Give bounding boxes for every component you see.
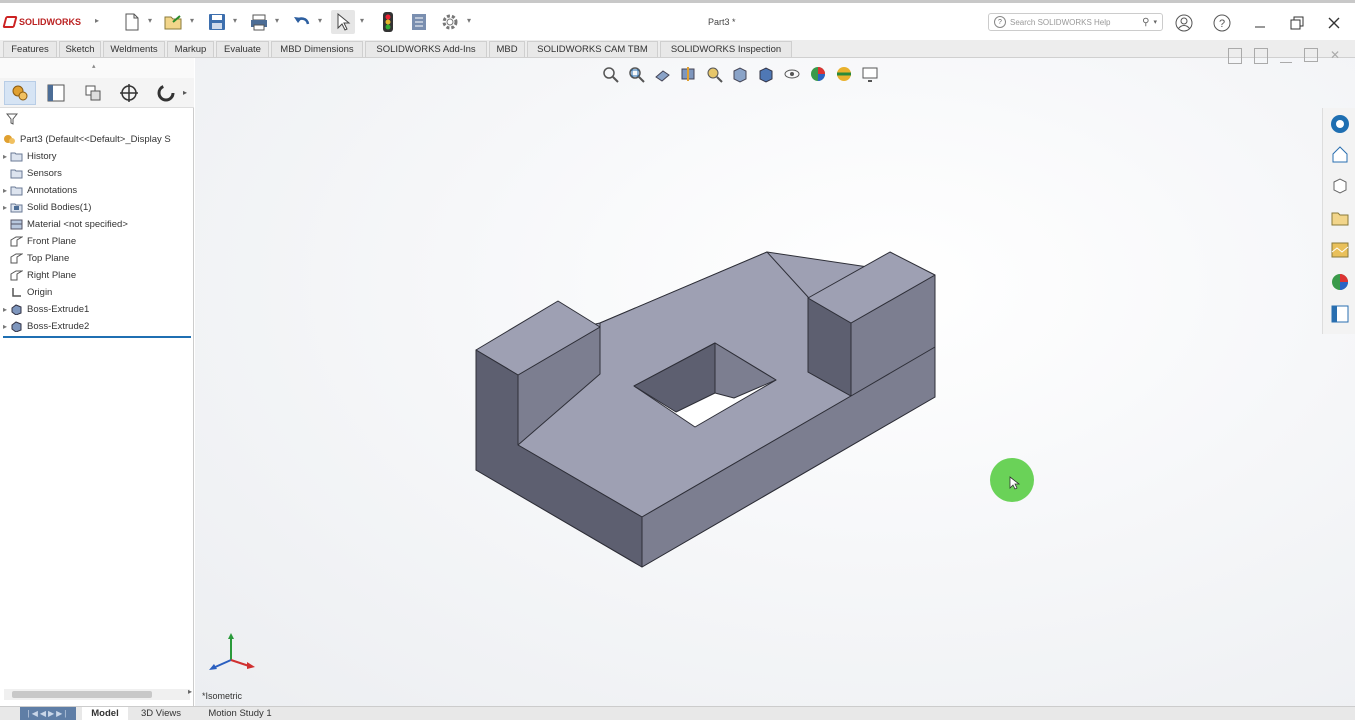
solid-bodies-folder-icon <box>10 202 23 213</box>
expand-arrow-icon[interactable]: ▸ <box>0 203 10 212</box>
tree-item-label: Solid Bodies(1) <box>27 202 92 213</box>
plane-icon <box>10 270 23 281</box>
tree-item-label: Material <not specified> <box>27 219 128 230</box>
tree-item-label: Annotations <box>27 185 78 196</box>
tree-item-solid-bodies-1[interactable]: ▸ Solid Bodies(1) <box>0 199 91 216</box>
tab-model[interactable]: Model <box>82 707 128 720</box>
expand-arrow-icon[interactable]: ▸ <box>0 322 10 331</box>
expand-arrow-icon[interactable]: ▸ <box>0 305 10 314</box>
tree-item-label: Top Plane <box>27 253 70 264</box>
feature-manager-tab-icon[interactable] <box>4 81 36 105</box>
dimxpert-manager-tab-icon[interactable] <box>113 81 145 105</box>
tile-right-icon[interactable] <box>1254 48 1268 64</box>
filter-icon[interactable] <box>5 112 19 125</box>
tree-root-label: Part3 (Default<<Default>_Display S <box>20 134 171 145</box>
viewport-window-controls: ✕ <box>1228 48 1342 64</box>
view-settings-icon[interactable] <box>860 64 880 84</box>
section-view-icon[interactable] <box>678 64 698 84</box>
display-manager-tab-icon[interactable] <box>150 81 182 105</box>
view-orientation-label: *Isometric <box>202 691 243 701</box>
plane-icon <box>10 236 23 247</box>
horizontal-scrollbar[interactable]: ▸ <box>4 687 192 700</box>
file-explorer-icon[interactable] <box>1328 174 1352 198</box>
tree-item-label: History <box>27 151 57 162</box>
task-pane <box>1322 108 1355 334</box>
edit-appearance-icon[interactable] <box>808 64 828 84</box>
tree-item-material-not-specified[interactable]: Material <not specified> <box>0 216 128 233</box>
pane-tabs: ▸ <box>0 78 194 108</box>
tree-item-annotations[interactable]: ▸ Annotations <box>0 182 77 199</box>
display-style-icon[interactable] <box>756 64 776 84</box>
tree-item-label: Boss-Extrude1 <box>27 304 90 315</box>
tree-item-history[interactable]: ▸ History <box>0 148 57 165</box>
pane-tabs-more-arrow-icon[interactable]: ▸ <box>183 88 187 97</box>
expand-arrow-icon[interactable]: ▸ <box>0 186 10 195</box>
tree-item-front-plane[interactable]: Front Plane <box>0 233 76 250</box>
solidworks-forum-icon[interactable] <box>1328 302 1352 326</box>
hide-show-items-icon[interactable] <box>782 64 802 84</box>
history-folder-icon <box>10 151 23 162</box>
tree-item-label: Sensors <box>27 168 62 179</box>
tree-item-sensors[interactable]: Sensors <box>0 165 62 182</box>
apply-scene-icon[interactable] <box>834 64 854 84</box>
axis-triad <box>209 633 255 670</box>
scroll-right-arrow-icon[interactable]: ▸ <box>188 687 192 696</box>
appearances-scenes-icon[interactable] <box>1328 238 1352 262</box>
tab-3d-views[interactable]: 3D Views <box>132 707 190 720</box>
origin-icon <box>10 287 23 298</box>
pane-collapse-bar[interactable]: ▴ <box>0 58 194 79</box>
custom-properties-icon[interactable] <box>1328 270 1352 294</box>
tree-item-label: Origin <box>27 287 53 298</box>
tab-scroll-arrows-icon[interactable]: |◀◀▶▶| <box>28 709 69 718</box>
tree-item-right-plane[interactable]: Right Plane <box>0 267 76 284</box>
property-manager-tab-icon[interactable] <box>40 81 72 105</box>
tree-item-label: Front Plane <box>27 236 77 247</box>
configuration-manager-tab-icon[interactable] <box>77 81 109 105</box>
tree-item-label: Right Plane <box>27 270 77 281</box>
part-icon <box>3 134 16 145</box>
dynamic-annotation-icon[interactable] <box>704 64 724 84</box>
annotations-folder-icon <box>10 185 23 196</box>
boss-extrude-icon <box>10 304 23 315</box>
zoom-to-area-icon[interactable] <box>626 64 646 84</box>
tab-motion-study-1[interactable]: Motion Study 1 <box>196 707 284 720</box>
plane-icon <box>10 253 23 264</box>
boss-extrude-icon <box>10 321 23 332</box>
collapse-arrow-icon[interactable]: ▴ <box>92 62 96 70</box>
tree-item-boss-extrude2[interactable]: ▸ Boss-Extrude2 <box>0 318 89 335</box>
bottom-tabs: |◀◀▶▶| Model 3D Views Motion Study 1 <box>0 706 1355 720</box>
viewport-minimize-icon[interactable] <box>1280 48 1292 63</box>
tree-root-part[interactable]: Part3 (Default<<Default>_Display S <box>3 131 171 148</box>
tree-item-origin[interactable]: Origin <box>0 284 52 301</box>
design-library-icon[interactable] <box>1328 142 1352 166</box>
tree-item-label: Boss-Extrude2 <box>27 321 90 332</box>
part-model[interactable] <box>0 0 1355 720</box>
solidworks-resources-icon[interactable] <box>1328 112 1352 136</box>
tile-left-icon[interactable] <box>1228 48 1242 64</box>
tree-item-boss-extrude1[interactable]: ▸ Boss-Extrude1 <box>0 301 89 318</box>
view-orientation-icon[interactable] <box>730 64 750 84</box>
material-icon <box>10 219 23 230</box>
previous-view-icon[interactable] <box>652 64 672 84</box>
rollback-bar[interactable] <box>3 336 191 338</box>
scrollbar-thumb[interactable] <box>12 691 152 698</box>
zoom-to-fit-icon[interactable] <box>600 64 620 84</box>
heads-up-view-toolbar <box>600 62 880 86</box>
viewport-restore-icon[interactable] <box>1304 48 1318 62</box>
tree-item-top-plane[interactable]: Top Plane <box>0 250 69 267</box>
sensors-folder-icon <box>10 168 23 179</box>
view-palette-icon[interactable] <box>1328 206 1352 230</box>
tab-navigation-arrows[interactable]: |◀◀▶▶| <box>20 707 76 720</box>
viewport-close-icon[interactable]: ✕ <box>1330 48 1342 62</box>
mouse-pointer-icon <box>1009 476 1020 490</box>
expand-arrow-icon[interactable]: ▸ <box>0 152 10 161</box>
